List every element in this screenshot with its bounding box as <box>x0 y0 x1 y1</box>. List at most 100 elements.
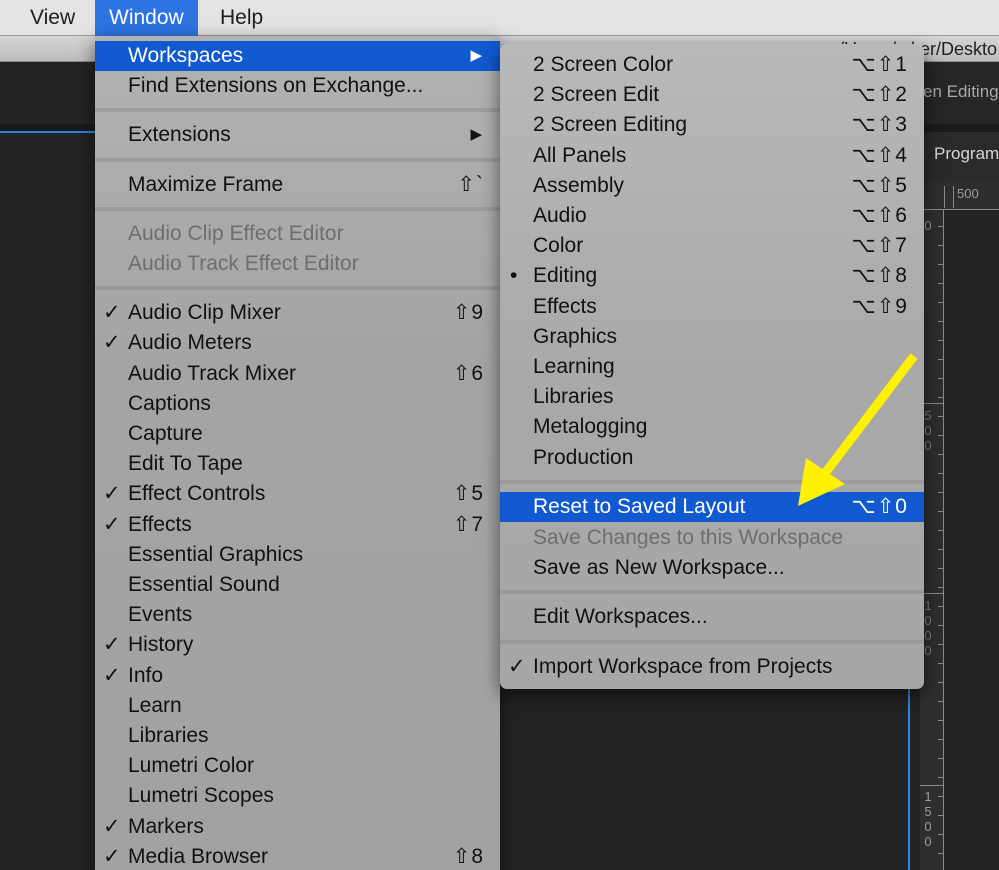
menu-item-capture[interactable]: Capture <box>95 419 500 449</box>
menubar-help[interactable]: Help <box>206 0 277 36</box>
keyboard-shortcut: ⌥⇧3 <box>851 113 908 137</box>
menu-item-audio-clip-mixer[interactable]: ✓ Audio Clip Mixer ⇧9 <box>95 298 500 328</box>
ruler-tick <box>938 549 944 550</box>
menu-separator <box>500 589 924 594</box>
menu-item-effects[interactable]: Effects ⌥⇧9 <box>500 292 924 322</box>
menu-item-workspaces[interactable]: Workspaces ▶ <box>95 41 500 71</box>
menu-item-save-as-new-workspace[interactable]: Save as New Workspace... <box>500 553 924 583</box>
menu-bar: View Window Help <box>0 0 999 36</box>
menu-item-essential-sound[interactable]: Essential Sound <box>95 570 500 600</box>
menu-item-label: Save as New Workspace... <box>533 555 785 579</box>
ruler-tick <box>938 245 944 246</box>
menu-item-audio[interactable]: Audio ⌥⇧6 <box>500 201 924 231</box>
menu-item-learning[interactable]: Learning <box>500 352 924 382</box>
menu-item-essential-graphics[interactable]: Essential Graphics <box>95 540 500 570</box>
ruler-tick <box>938 454 944 455</box>
ruler-tick <box>953 186 954 208</box>
ruler-tick <box>938 663 944 664</box>
workspaces-submenu: 2 Screen Color ⌥⇧1 2 Screen Edit ⌥⇧2 2 Scree… <box>500 44 924 689</box>
menu-item-find-extensions-on-exchange[interactable]: Find Extensions on Exchange... <box>95 71 500 101</box>
menu-item-reset-to-saved-layout[interactable]: Reset to Saved Layout ⌥⇧0 <box>500 492 924 523</box>
keyboard-shortcut: ⇧7 <box>452 512 484 536</box>
menu-item-label: Info <box>128 663 164 687</box>
menu-item-2-screen-editing[interactable]: 2 Screen Editing ⌥⇧3 <box>500 110 924 140</box>
menu-item-label: Save Changes to this Workspace <box>533 525 844 549</box>
menu-item-lumetri-scopes[interactable]: Lumetri Scopes <box>95 781 500 811</box>
menu-item-graphics[interactable]: Graphics <box>500 322 924 352</box>
ruler-label: 1500 <box>922 789 934 849</box>
menu-item-extensions[interactable]: Extensions ▶ <box>95 120 500 150</box>
menu-separator <box>500 479 924 484</box>
menu-item-audio-track-mixer[interactable]: Audio Track Mixer ⇧6 <box>95 359 500 389</box>
menu-item-label: Lumetri Color <box>128 754 255 778</box>
menu-item-lumetri-color[interactable]: Lumetri Color <box>95 751 500 781</box>
menu-item-label: Essential Graphics <box>128 542 304 566</box>
keyboard-shortcut: ⌥⇧6 <box>851 204 908 227</box>
ruler-tick <box>938 720 944 721</box>
ruler-label: 500 <box>957 186 979 201</box>
menu-item-2-screen-color[interactable]: 2 Screen Color ⌥⇧1 <box>500 50 924 80</box>
menu-item-production[interactable]: Production <box>500 443 924 473</box>
ruler-tick <box>938 435 944 436</box>
ruler-tick <box>938 416 944 417</box>
menubar-view[interactable]: View <box>16 0 89 36</box>
menu-item-save-changes-to-this-workspace: Save Changes to this Workspace <box>500 523 924 553</box>
menu-item-label: Effects <box>533 294 597 318</box>
menu-item-info[interactable]: ✓ Info <box>95 661 500 691</box>
menu-item-editing[interactable]: • Editing ⌥⇧8 <box>500 261 924 291</box>
ruler-tick <box>938 606 944 607</box>
menu-item-audio-meters[interactable]: ✓ Audio Meters <box>95 328 500 358</box>
panel-divider <box>920 124 999 132</box>
menu-item-media-browser[interactable]: ✓ Media Browser ⇧8 <box>95 842 500 870</box>
menu-item-label: Edit Workspaces... <box>533 605 708 629</box>
menu-item-color[interactable]: Color ⌥⇧7 <box>500 231 924 261</box>
ruler-tick <box>938 701 944 702</box>
menu-item-effects[interactable]: ✓ Effects ⇧7 <box>95 510 500 540</box>
ruler-tick <box>938 473 944 474</box>
menu-item-edit-to-tape[interactable]: Edit To Tape <box>95 449 500 479</box>
keyboard-shortcut: ⇧8 <box>452 844 484 868</box>
menu-item-learn[interactable]: Learn <box>95 691 500 721</box>
ruler-tick <box>938 359 944 360</box>
menu-item-all-panels[interactable]: All Panels ⌥⇧4 <box>500 141 924 171</box>
menu-item-markers[interactable]: ✓ Markers <box>95 812 500 842</box>
keyboard-shortcut: ⌥⇧8 <box>851 264 908 288</box>
program-monitor-tab[interactable]: Program <box>934 144 999 164</box>
menu-item-import-workspace-from-projects[interactable]: ✓ Import Workspace from Projects <box>500 652 924 682</box>
checkmark-icon: ✓ <box>103 844 121 868</box>
menu-item-history[interactable]: ✓ History <box>95 630 500 660</box>
menu-item-edit-workspaces[interactable]: Edit Workspaces... <box>500 602 924 632</box>
ruler-tick <box>938 378 944 379</box>
menu-item-label: Audio Meters <box>128 331 252 355</box>
menu-item-label: Color <box>533 234 584 258</box>
checkmark-icon: ✓ <box>103 663 121 687</box>
menu-item-libraries[interactable]: Libraries <box>95 721 500 751</box>
current-workspace-bullet-icon: • <box>510 264 518 288</box>
ruler-tick <box>938 815 944 816</box>
keyboard-shortcut: ⌥⇧4 <box>851 143 908 167</box>
keyboard-shortcut: ⇧9 <box>452 301 484 325</box>
menu-item-label: Production <box>533 445 634 469</box>
menu-item-metalogging[interactable]: Metalogging <box>500 412 924 442</box>
menu-item-label: Media Browser <box>128 844 269 868</box>
menu-item-maximize-frame[interactable]: Maximize Frame ⇧` <box>95 170 500 200</box>
ruler-digit: 0 <box>924 834 932 849</box>
menu-item-label: Libraries <box>128 724 209 747</box>
menu-item-label: Assembly <box>533 173 625 197</box>
menu-item-label: Audio <box>533 204 587 227</box>
menu-item-label: 2 Screen Color <box>533 53 674 76</box>
keyboard-shortcut: ⇧5 <box>452 482 484 506</box>
workspace-tab-editing[interactable]: en Editing <box>923 82 999 102</box>
menu-item-libraries[interactable]: Libraries <box>500 382 924 412</box>
menu-item-2-screen-edit[interactable]: 2 Screen Edit ⌥⇧2 <box>500 80 924 110</box>
menu-item-assembly[interactable]: Assembly ⌥⇧5 <box>500 171 924 201</box>
menu-item-captions[interactable]: Captions <box>95 389 500 419</box>
menu-item-label: Events <box>128 603 193 627</box>
menubar-window[interactable]: Window <box>95 0 198 36</box>
ruler-tick <box>938 283 944 284</box>
menu-separator <box>95 108 500 113</box>
menu-item-label: History <box>128 633 194 657</box>
menu-item-effect-controls[interactable]: ✓ Effect Controls ⇧5 <box>95 479 500 509</box>
menu-item-events[interactable]: Events <box>95 600 500 630</box>
checkmark-icon: ✓ <box>103 331 121 355</box>
